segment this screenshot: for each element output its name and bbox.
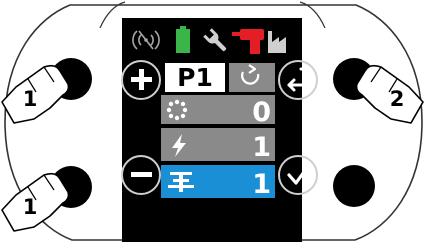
row-value: 0 <box>252 97 271 128</box>
setting-row-selected[interactable]: 1 <box>161 165 275 200</box>
setting-row[interactable]: 1 <box>161 128 275 163</box>
device-illustration: P1 0 1 1 1 1 2 <box>1 1 424 242</box>
minus-icon <box>131 172 152 177</box>
setting-row[interactable]: 0 <box>161 95 275 128</box>
row-value: 1 <box>252 169 271 200</box>
physical-button-right-bottom[interactable] <box>333 165 375 207</box>
press-count-label: 1 <box>23 195 38 219</box>
press-count-label: 2 <box>390 87 405 111</box>
press-count-label: 1 <box>23 87 38 111</box>
program-label: P1 <box>177 63 213 92</box>
row-value: 1 <box>252 132 271 163</box>
battery-icon <box>176 26 190 53</box>
